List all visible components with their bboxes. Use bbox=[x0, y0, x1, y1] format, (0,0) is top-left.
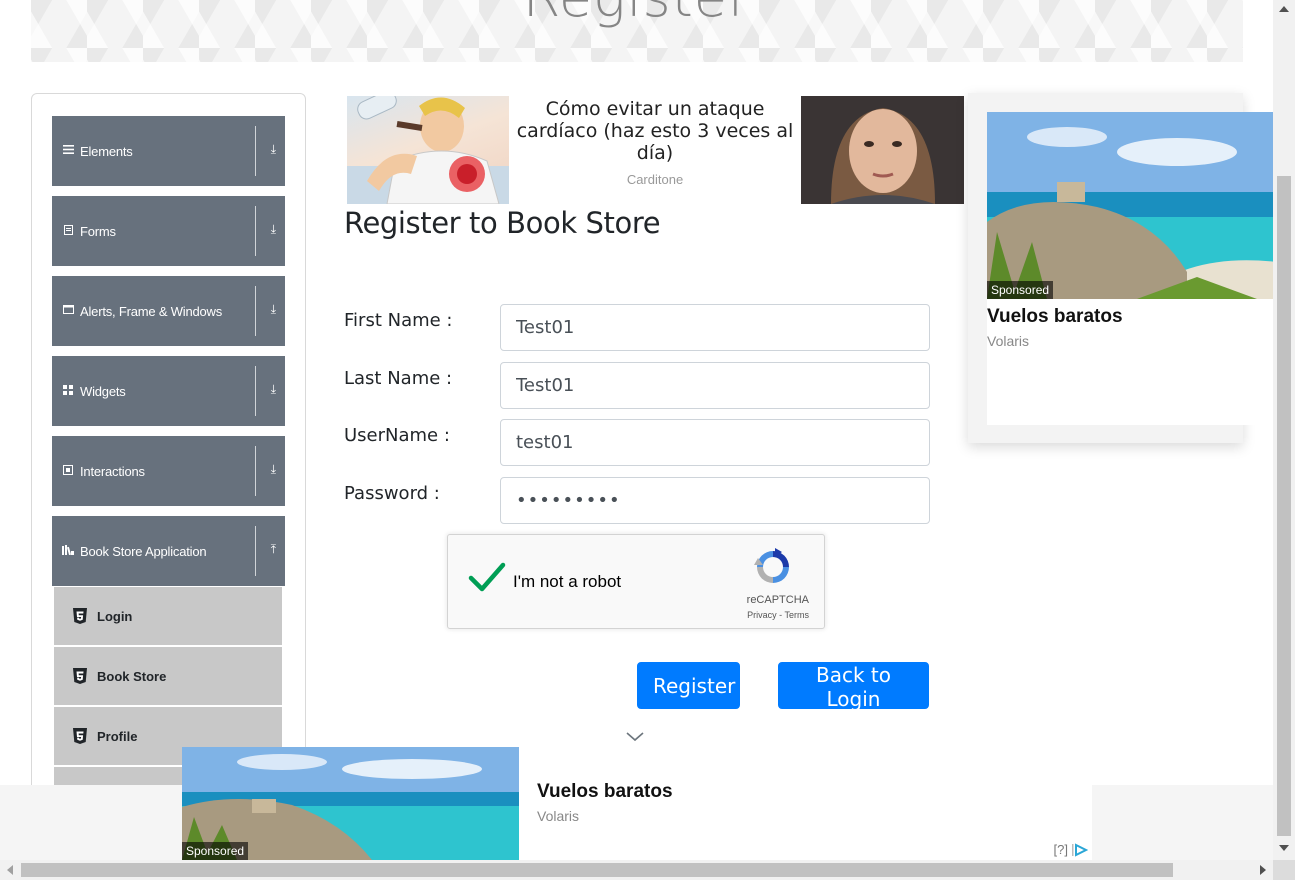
recaptcha-brand: reCAPTCHA bbox=[746, 594, 809, 606]
sidebar-item-label: Login bbox=[97, 608, 133, 624]
bottom-ad-text[interactable]: Vuelos baratos Volaris bbox=[537, 781, 673, 824]
page-header-banner: Register bbox=[31, 0, 1243, 62]
username-label: UserName : bbox=[344, 425, 450, 446]
sidebar-item-book-store[interactable]: Book Store bbox=[54, 647, 282, 705]
expand-arrow-icon[interactable]: ⤓ bbox=[271, 223, 276, 235]
ad-source: Volaris bbox=[987, 333, 1030, 349]
html5-icon bbox=[73, 728, 87, 744]
register-button[interactable]: Register bbox=[637, 662, 740, 709]
ad-title[interactable]: Vuelos baratos bbox=[537, 781, 673, 803]
last-name-label: Last Name : bbox=[344, 368, 453, 389]
divider bbox=[255, 526, 256, 576]
right-ad-card[interactable]: Sponsored Vuelos baratos Volaris bbox=[987, 112, 1277, 425]
vertical-scrollbar-thumb[interactable] bbox=[1277, 176, 1291, 836]
hamburger-icon bbox=[62, 145, 74, 157]
divider bbox=[255, 446, 256, 496]
divider bbox=[255, 286, 256, 336]
checkmark-icon[interactable] bbox=[468, 561, 506, 593]
adchoices-icon[interactable] bbox=[1072, 842, 1088, 857]
sidebar-group-book-store-application[interactable]: Book Store Application ⤒ bbox=[52, 516, 285, 586]
document-icon bbox=[62, 224, 74, 238]
collapse-arrow-icon[interactable]: ⤒ bbox=[271, 543, 276, 555]
recaptcha-privacy-terms-links[interactable]: Privacy - Terms bbox=[747, 610, 809, 620]
recaptcha-label: I'm not a robot bbox=[513, 572, 622, 591]
expand-arrow-icon[interactable]: ⤓ bbox=[271, 463, 276, 475]
ad-headline[interactable]: Cómo evitar un ataque cardíaco (haz esto… bbox=[512, 98, 798, 164]
ad-image-woman-portrait[interactable] bbox=[801, 96, 964, 204]
expand-arrow-icon[interactable]: ⤓ bbox=[271, 303, 276, 315]
expand-arrow-icon[interactable]: ⤓ bbox=[271, 143, 276, 155]
ad-image-beach[interactable]: Sponsored bbox=[987, 112, 1277, 299]
window-icon bbox=[62, 305, 74, 317]
recaptcha-widget[interactable]: I'm not a robot reCAPTCHA Privacy - Term… bbox=[447, 534, 825, 629]
form-title: Register to Book Store bbox=[344, 206, 661, 240]
html5-icon bbox=[73, 608, 87, 624]
sidebar-group-alerts[interactable]: Alerts, Frame & Windows ⤓ bbox=[52, 276, 285, 346]
sidebar-group-forms[interactable]: Forms ⤓ bbox=[52, 196, 285, 266]
adchoices[interactable]: [?] bbox=[1054, 842, 1088, 857]
sidebar-group-elements[interactable]: Elements ⤓ bbox=[52, 116, 285, 186]
books-icon bbox=[62, 544, 74, 558]
horizontal-scrollbar-thumb[interactable] bbox=[21, 863, 1173, 877]
grid-icon bbox=[62, 384, 74, 398]
first-name-label: First Name : bbox=[344, 310, 453, 331]
divider bbox=[255, 206, 256, 256]
sidebar-item-label: Profile bbox=[97, 728, 138, 744]
scrollbar-corner bbox=[1273, 860, 1295, 880]
scroll-left-arrow-icon[interactable] bbox=[7, 865, 13, 875]
username-input[interactable] bbox=[500, 419, 930, 466]
cursor-box-icon bbox=[62, 464, 74, 478]
chevron-down-icon[interactable] bbox=[625, 728, 645, 744]
sidebar-group-interactions[interactable]: Interactions ⤓ bbox=[52, 436, 285, 506]
sponsored-badge: Sponsored bbox=[182, 842, 249, 860]
back-to-login-button[interactable]: Back to Login bbox=[778, 662, 929, 711]
html5-icon bbox=[73, 668, 87, 684]
password-input[interactable] bbox=[500, 477, 930, 524]
sidebar-group-widgets[interactable]: Widgets ⤓ bbox=[52, 356, 285, 426]
sidebar: Elements ⤓ Forms ⤓ Alerts, Frame & Windo… bbox=[31, 93, 306, 813]
sidebar-item-label: Book Store bbox=[97, 668, 167, 684]
first-name-input[interactable] bbox=[500, 304, 930, 351]
scroll-up-arrow-icon[interactable] bbox=[1279, 6, 1289, 12]
expand-arrow-icon[interactable]: ⤓ bbox=[271, 383, 276, 395]
vertical-scrollbar[interactable] bbox=[1273, 0, 1295, 860]
sidebar-item-login[interactable]: Login bbox=[54, 587, 282, 645]
ad-title[interactable]: Vuelos baratos bbox=[987, 306, 1123, 328]
horizontal-scrollbar[interactable] bbox=[0, 860, 1273, 880]
bottom-ad-card[interactable]: Sponsored Vuelos baratos Volaris [?] bbox=[182, 747, 1092, 860]
ad-source: Volaris bbox=[537, 808, 580, 824]
ad-text[interactable]: Cómo evitar un ataque cardíaco (haz esto… bbox=[512, 98, 798, 187]
scroll-right-arrow-icon[interactable] bbox=[1260, 865, 1266, 875]
last-name-input[interactable] bbox=[500, 362, 930, 409]
right-ad-container: Sponsored Vuelos baratos Volaris bbox=[968, 93, 1277, 443]
sponsored-badge: Sponsored bbox=[987, 281, 1054, 299]
ad-source: Carditone bbox=[626, 172, 684, 187]
page-title: Register bbox=[31, 0, 1243, 29]
recaptcha-logo-icon bbox=[754, 548, 789, 583]
divider bbox=[255, 126, 256, 176]
ad-image-beach[interactable]: Sponsored bbox=[182, 747, 519, 860]
ad-help-link[interactable]: [?] bbox=[1054, 842, 1068, 857]
ad-image-man-drinking[interactable] bbox=[347, 96, 509, 204]
scroll-down-arrow-icon[interactable] bbox=[1279, 845, 1289, 851]
divider bbox=[255, 366, 256, 416]
password-label: Password : bbox=[344, 483, 440, 504]
